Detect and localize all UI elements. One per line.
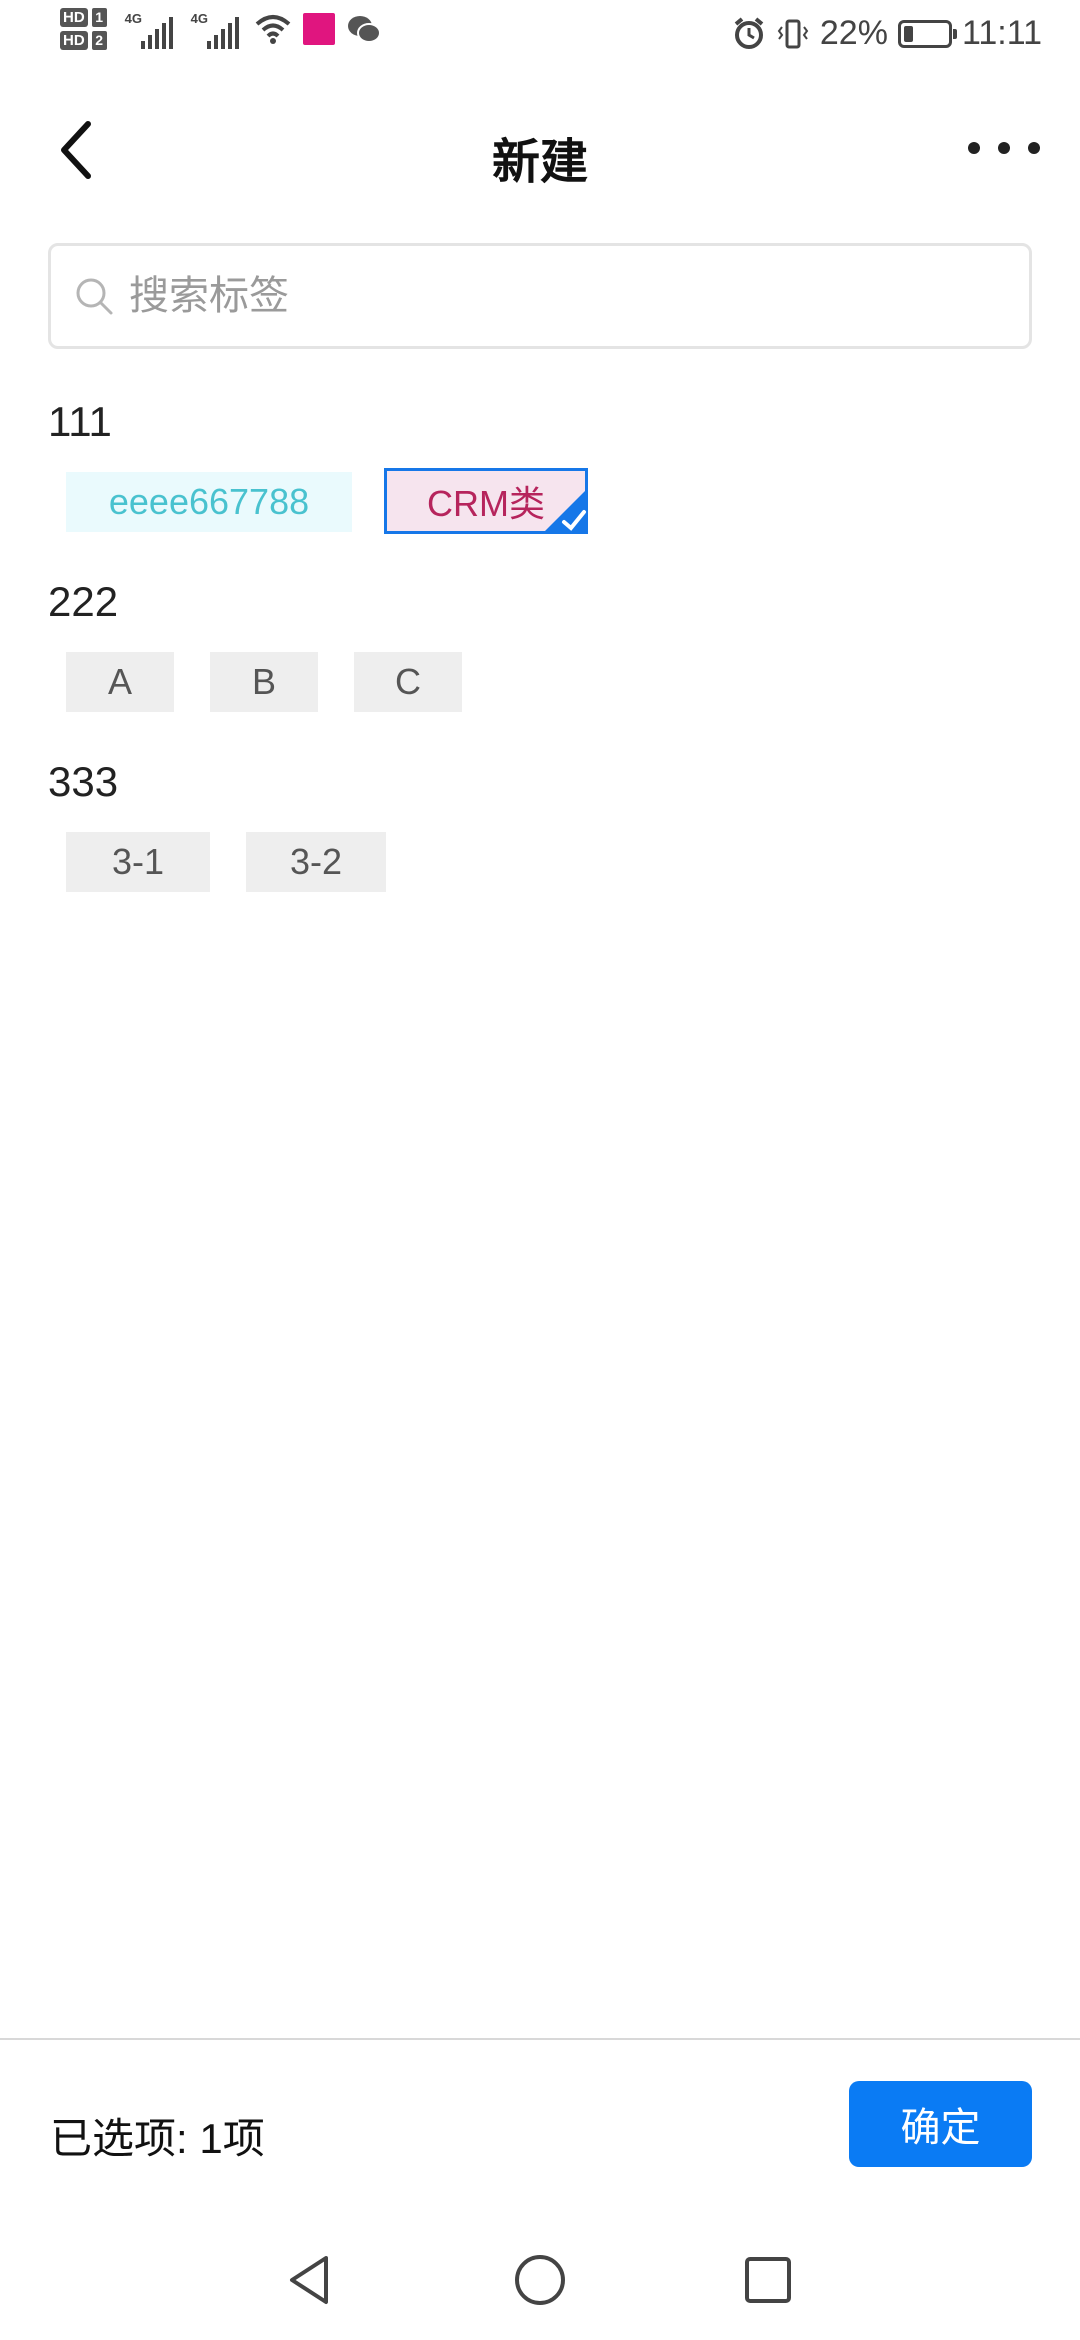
hd2-label: HD (60, 31, 88, 50)
tag-a[interactable]: A (66, 652, 174, 712)
footer-divider (0, 2038, 1080, 2040)
alarm-icon (734, 16, 764, 49)
system-nav-bar (0, 2220, 1080, 2340)
search-input[interactable] (127, 272, 931, 320)
signal-icon: 4G (191, 9, 239, 49)
group-title-222: 222 (48, 578, 119, 625)
wechat-icon (347, 16, 381, 43)
search-icon (76, 278, 113, 315)
tag-b[interactable]: B (210, 652, 318, 712)
status-bar: HD 1 HD 2 4G 4G 22% 11:11 (0, 0, 1080, 78)
group-title-111: 111 (48, 398, 112, 445)
tag-c[interactable]: C (354, 652, 462, 712)
nav-home-icon[interactable] (510, 2250, 570, 2310)
app-notification-icon (302, 13, 335, 45)
nav-back-icon[interactable] (280, 2250, 340, 2310)
tag-3-1[interactable]: 3-1 (66, 832, 210, 892)
confirm-button[interactable]: 确定 (849, 2081, 1032, 2167)
network1-label: 4G (124, 11, 143, 26)
app-header: 新建 (0, 100, 1080, 200)
selected-count: 已选项: 1项 (50, 2115, 265, 2162)
page-title: 新建 (491, 136, 588, 189)
wifi-icon (255, 15, 290, 44)
tag-crm-label: CRM类 (427, 483, 545, 524)
nav-recents-icon[interactable] (738, 2250, 798, 2310)
tag-3-2[interactable]: 3-2 (246, 832, 386, 892)
network2-label: 4G (190, 11, 209, 26)
hd1-number: 1 (91, 8, 107, 27)
checkmark-icon (542, 488, 588, 534)
battery-icon (897, 19, 957, 48)
search-bar (48, 243, 1032, 349)
battery-percent: 22% (819, 14, 888, 52)
signal-icon: 4G (125, 9, 173, 49)
hd-indicator: HD 1 HD 2 (60, 8, 107, 50)
tag-eeee667788[interactable]: eeee667788 (66, 472, 352, 532)
group-title-333: 333 (48, 758, 119, 805)
hd2-number: 2 (91, 31, 107, 50)
vibrate-icon (777, 19, 809, 48)
more-options-icon[interactable] (968, 128, 1040, 168)
status-time: 11:11 (961, 14, 1042, 52)
hd1-label: HD (60, 8, 88, 27)
tag-crm[interactable]: CRM类 (384, 468, 588, 534)
